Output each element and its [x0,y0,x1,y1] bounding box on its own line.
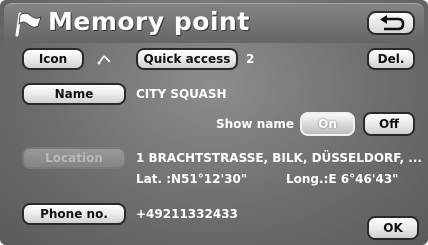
quick-access-number: 2 [246,52,255,66]
memory-point-screen: Memory point Icon Quick access 2 Del. Na… [0,0,428,245]
flag-icon [15,12,42,37]
icon-button[interactable]: Icon [22,48,84,70]
phone-value: +49211332433 [136,207,238,221]
show-name-label: Show name [216,117,294,131]
ok-button[interactable]: OK [367,216,419,240]
location-button[interactable]: Location [22,147,126,169]
latitude-value: Lat. :N51°12'30" [136,172,248,186]
return-arrow-icon [380,15,405,31]
name-value: CITY SQUASH [136,87,227,101]
name-button[interactable]: Name [22,83,126,105]
back-button[interactable] [367,11,415,35]
sparkle-icon [97,55,111,65]
delete-button[interactable]: Del. [367,48,415,70]
longitude-value: Long.:E 6°46'43" [286,172,399,186]
address-value: 1 BRACHTSTRASSE, BILK, DÜSSELDORF, ... [136,151,422,165]
title-bar: Memory point [4,3,424,43]
phone-number-button[interactable]: Phone no. [22,203,126,225]
show-name-on-button[interactable]: On [300,112,355,136]
page-title: Memory point [48,7,250,36]
quick-access-button[interactable]: Quick access [136,48,238,70]
show-name-off-button[interactable]: Off [363,112,415,136]
